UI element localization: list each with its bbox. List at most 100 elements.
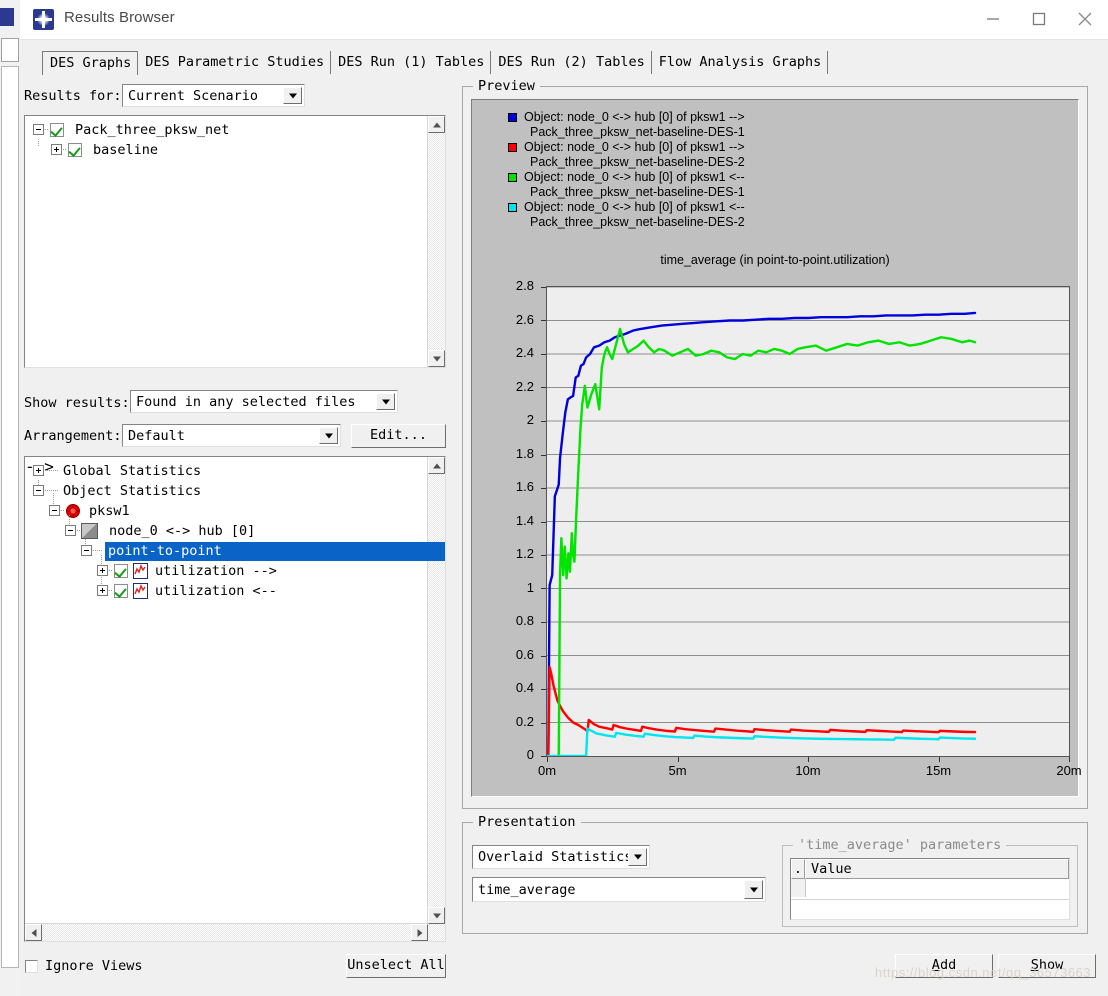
statistic-combo[interactable]: time_average — [472, 877, 766, 902]
tab-des-parametric-studies[interactable]: DES Parametric Studies — [138, 51, 332, 74]
scenario-tree-scroll-down-button[interactable] — [428, 350, 445, 367]
y-tick-label: 1.2 — [515, 546, 534, 561]
statistics-tree-scroll-down-button[interactable] — [428, 907, 445, 924]
tree-node-label: Object Statistics — [63, 483, 202, 499]
y-tick-mark — [541, 756, 546, 757]
tree-node-label: utilization <-- — [155, 583, 277, 599]
y-tick-mark — [541, 421, 546, 422]
ignore-views-checkbox[interactable] — [25, 960, 38, 973]
expander-minus-icon[interactable] — [49, 505, 60, 516]
y-tick-mark — [541, 588, 546, 589]
expander-plus-icon[interactable] — [97, 565, 108, 576]
y-tick-label: 2.2 — [515, 378, 534, 394]
tab-strip[interactable]: DES Graphs DES Parametric Studies DES Run … — [42, 51, 829, 76]
checkbox-checked-icon[interactable] — [50, 123, 64, 137]
parameters-table[interactable]: . Value — [790, 858, 1070, 920]
maximize-button[interactable] — [1016, 0, 1062, 38]
background-app-icon — [0, 8, 14, 26]
x-tick-label: 20m — [1056, 763, 1082, 778]
scenario-tree-vscrollbar[interactable] — [427, 116, 445, 367]
arrangement-label: Arrangement: — [24, 428, 122, 444]
red-node-icon — [65, 503, 81, 519]
statistics-tree-vscrollbar[interactable] — [427, 457, 445, 941]
y-tick-mark — [541, 622, 546, 623]
x-tick-label: 15m — [925, 763, 952, 778]
arrangement-combo[interactable]: Default — [122, 424, 341, 447]
chart-preview-panel: Object: node_0 <-> hub [0] of pksw1 --> … — [471, 99, 1082, 797]
arrangement-value: Default — [128, 427, 185, 444]
tab-flow-analysis-graphs[interactable]: Flow Analysis Graphs — [651, 51, 829, 74]
expander-minus-icon[interactable] — [33, 485, 44, 496]
expander-plus-icon[interactable] — [97, 585, 108, 596]
ignore-views-label: Ignore Views — [45, 958, 143, 974]
show-results-chevron-down-icon[interactable] — [376, 393, 395, 410]
results-for-chevron-down-icon[interactable] — [283, 87, 302, 104]
x-tick-label: 0m — [537, 763, 557, 778]
results-for-combo[interactable]: Current Scenario — [122, 84, 305, 107]
results-browser-window: Results Browser DES Graphs DES Parametric… — [20, 0, 1108, 996]
x-tick-mark — [939, 757, 940, 762]
statistics-tree-scroll-right-button[interactable] — [411, 924, 428, 941]
tab-des-run-2-tables[interactable]: DES Run (2) Tables — [491, 51, 652, 74]
parameters-row-gutter — [791, 879, 806, 897]
checkbox-checked-icon[interactable] — [114, 584, 128, 598]
y-tick-label: 1.6 — [515, 479, 534, 494]
close-button[interactable] — [1062, 0, 1108, 38]
y-tick-mark — [541, 354, 546, 355]
statistics-tree-hscrollbar[interactable] — [25, 923, 428, 941]
results-browser-app: Results Browser DES Graphs DES Parametric… — [0, 0, 1108, 996]
show-results-combo[interactable]: Found in any selected files — [130, 390, 398, 413]
tree-node-label: baseline — [93, 142, 159, 158]
y-tick-mark — [541, 555, 546, 556]
legend-sublabel: Pack_three_pksw_net-baseline-DES-2 — [530, 155, 745, 169]
scenario-tree[interactable]: Pack_three_pksw_net baseline — [24, 115, 446, 368]
expander-plus-icon[interactable] — [33, 465, 44, 476]
y-tick-mark — [541, 387, 546, 388]
x-tick-mark — [547, 757, 548, 762]
expander-minus-icon[interactable] — [81, 545, 92, 556]
presentation-mode-chevron-down-icon[interactable] — [628, 848, 647, 866]
arrangement-chevron-down-icon[interactable] — [319, 427, 338, 444]
statistics-tree-scroll-left-button[interactable] — [25, 924, 42, 941]
tab-des-run-1-tables[interactable]: DES Run (1) Tables — [331, 51, 492, 74]
unselect-all-button[interactable]: Unselect All — [346, 954, 446, 978]
parameters-col-value[interactable]: Value — [805, 859, 1069, 879]
y-tick-label: 2 — [526, 412, 534, 427]
y-tick-mark — [541, 723, 546, 724]
background-app-box-top — [1, 38, 19, 62]
y-tick-mark — [541, 320, 546, 321]
statistic-chevron-down-icon[interactable] — [744, 880, 763, 899]
legend-swatch-cyan — [508, 203, 517, 212]
tree-node-label: node_0 <-> hub [0] — [109, 523, 256, 539]
legend-sublabel: Pack_three_pksw_net-baseline-DES-1 — [530, 125, 745, 139]
background-app-sliver — [0, 0, 21, 996]
expander-minus-icon[interactable] — [65, 525, 76, 536]
results-for-label: Results for: — [24, 88, 122, 104]
scenario-tree-scroll-up-button[interactable] — [428, 116, 445, 133]
tree-node-label: pksw1 — [89, 503, 130, 519]
parameters-group-title: 'time_average' parameters — [793, 837, 1007, 853]
tree-node-label: point-to-point — [105, 542, 445, 561]
tab-des-graphs[interactable]: DES Graphs — [42, 51, 139, 75]
minimize-button[interactable] — [970, 0, 1016, 38]
checkbox-checked-icon[interactable] — [68, 143, 82, 157]
edit-button[interactable]: Edit... — [351, 424, 446, 448]
statistics-tree-scroll-up-button[interactable] — [428, 457, 445, 474]
y-tick-label: 0.8 — [515, 613, 534, 628]
y-tick-label: 1 — [526, 579, 534, 595]
edit-button-label: Edit... — [370, 427, 427, 444]
statistics-tree[interactable]: Global Statistics Object Statistics pksw… — [24, 456, 446, 942]
chart-title: time_average (in point-to-point.utilizat… — [660, 253, 890, 267]
statistic-value: time_average — [478, 881, 576, 898]
expander-minus-icon[interactable] — [33, 124, 44, 135]
legend-swatch-red — [508, 143, 517, 152]
presentation-mode-combo[interactable]: Overlaid Statistics — [472, 845, 650, 869]
expander-plus-icon[interactable] — [51, 144, 62, 155]
legend-label: Object: node_0 <-> hub [0] of pksw1 --> — [524, 140, 745, 154]
checkbox-checked-icon[interactable] — [114, 564, 128, 578]
legend-label: Object: node_0 <-> hub [0] of pksw1 --> — [524, 110, 745, 124]
preview-group-title: Preview — [473, 78, 540, 94]
y-tick-label: 1.4 — [515, 512, 534, 528]
parameters-col-index[interactable]: . — [791, 859, 805, 879]
legend-sublabel: Pack_three_pksw_net-baseline-DES-2 — [530, 215, 745, 229]
